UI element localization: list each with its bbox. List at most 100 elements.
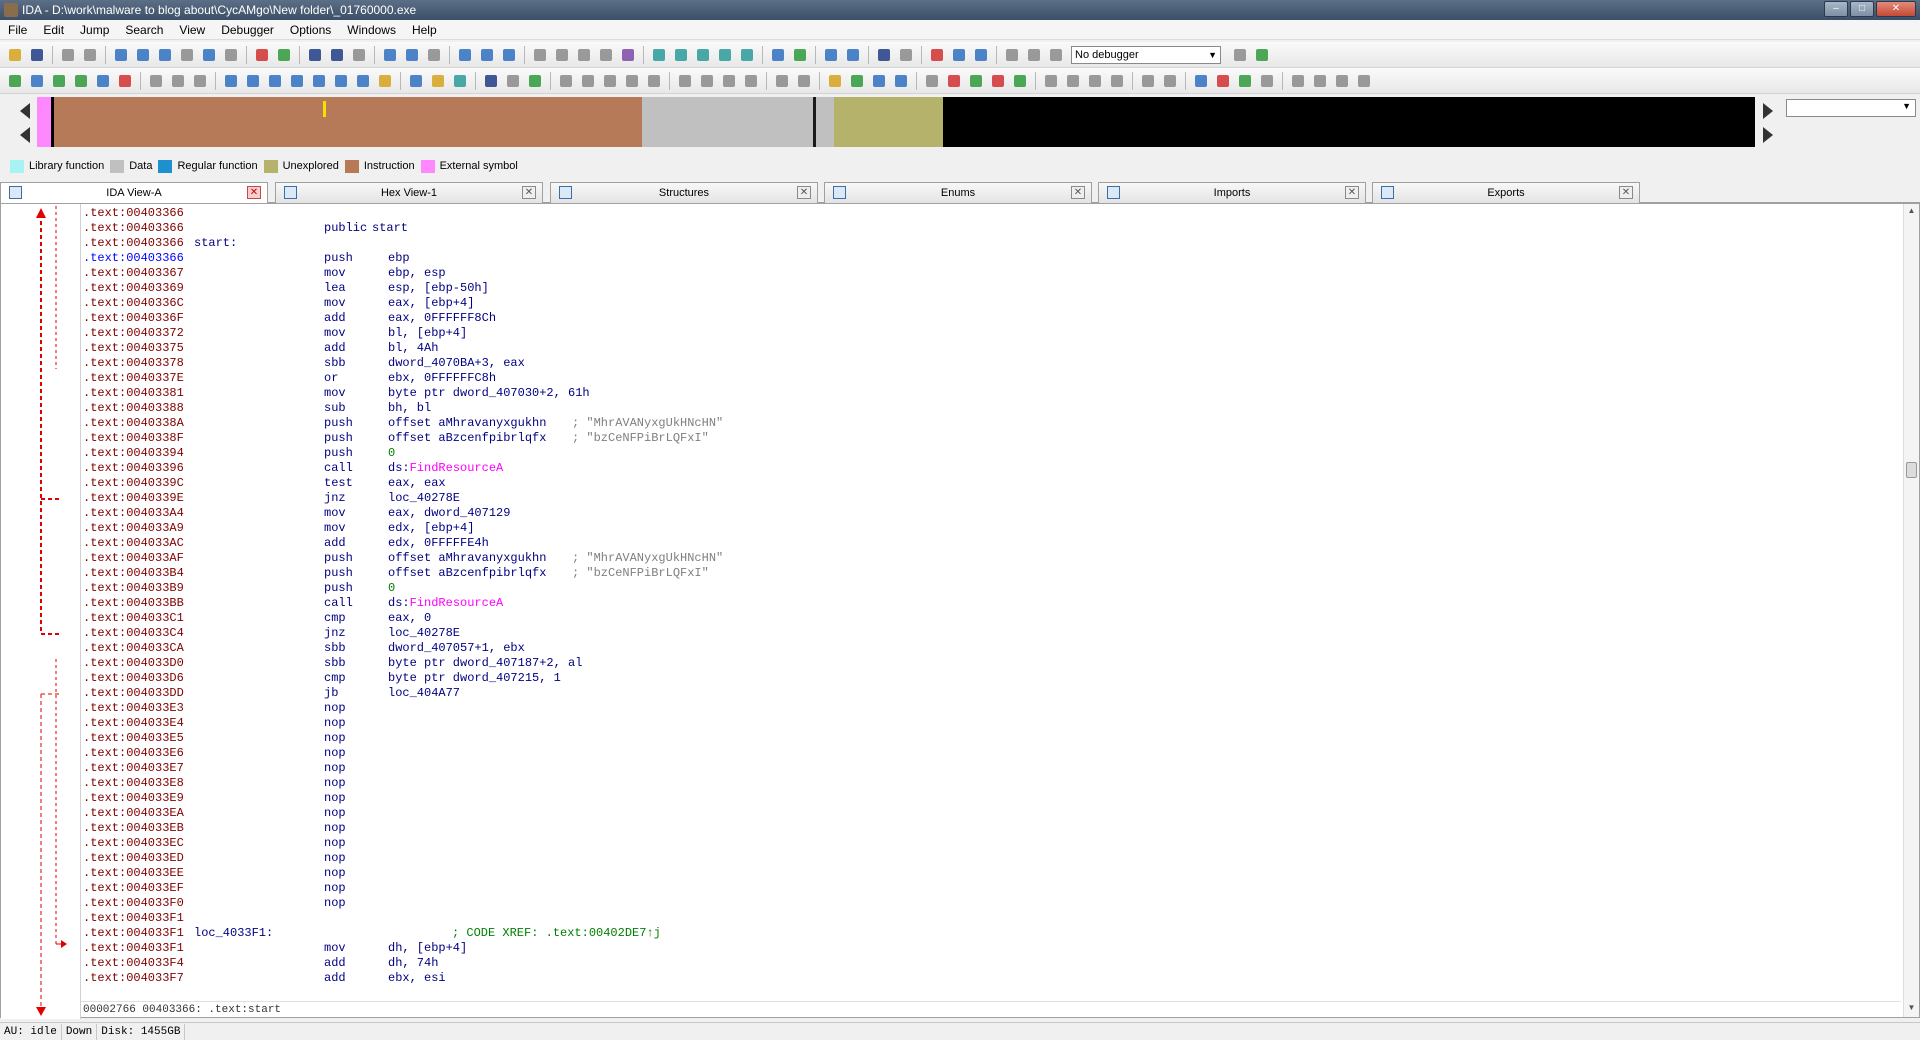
vertical-scrollbar[interactable]: ▲ ▼ (1903, 204, 1919, 1017)
line-operands[interactable]: 0 (388, 581, 395, 596)
exceptions-icon[interactable] (1214, 72, 1232, 90)
segments-icon[interactable] (381, 46, 399, 64)
menu-jump[interactable]: Jump (72, 20, 117, 40)
line-operands[interactable]: byte ptr dword_407030+2, 61h (388, 386, 590, 401)
window-icon[interactable] (694, 46, 712, 64)
jump-icon[interactable] (623, 72, 641, 90)
disasm-line[interactable]: .text:00403366 (83, 206, 1903, 221)
line-operands[interactable]: byte ptr dword_407187+2, al (388, 656, 582, 671)
line-operands[interactable]: 0 (388, 446, 395, 461)
nav-segment-select[interactable]: ▼ (1786, 99, 1916, 117)
tab-enums[interactable]: Enums ✕ (824, 182, 1092, 203)
scroll-down-icon[interactable]: ▼ (1906, 1003, 1917, 1015)
menu-file[interactable]: File (0, 20, 35, 40)
add-breakpoint-icon[interactable] (1236, 72, 1254, 90)
menu-options[interactable]: Options (282, 20, 339, 40)
play-icon[interactable] (1003, 46, 1021, 64)
disasm-line[interactable]: .text:004033EC nop (83, 836, 1903, 851)
line-operands[interactable]: dh, [ebp+4] (388, 941, 467, 956)
search-next-icon[interactable] (178, 46, 196, 64)
close-icon[interactable]: ✕ (797, 186, 811, 199)
disasm-line[interactable]: .text:004033C1 cmp eax, 0 (83, 611, 1903, 626)
save-icon[interactable] (28, 46, 46, 64)
disasm-line[interactable]: .text:00403369 lea esp, [ebp-50h] (83, 281, 1903, 296)
tab-structures[interactable]: Structures ✕ (550, 182, 818, 203)
window-icon[interactable] (672, 46, 690, 64)
disasm-line[interactable]: .text:004033DD jb loc_404A77 (83, 686, 1903, 701)
search-binary-icon[interactable] (134, 46, 152, 64)
sort-up-icon[interactable] (795, 72, 813, 90)
disasm-line[interactable]: .text:004033B9 push 0 (83, 581, 1903, 596)
function-icon[interactable] (482, 72, 500, 90)
trace-options-icon[interactable] (1333, 72, 1351, 90)
undefine-icon[interactable] (376, 72, 394, 90)
nav-left-icon[interactable] (20, 127, 30, 143)
line-operands[interactable]: start (372, 221, 408, 236)
disasm-line[interactable]: .text:004033E6 nop (83, 746, 1903, 761)
close-icon[interactable]: ✕ (1345, 186, 1359, 199)
close-icon[interactable]: ✕ (522, 186, 536, 199)
debugger-options-icon[interactable] (1231, 46, 1249, 64)
disasm-line[interactable]: .text:004033E5 nop (83, 731, 1903, 746)
debugger-select[interactable]: No debugger ▼ (1071, 45, 1221, 64)
disasm-line[interactable]: .text:004033EA nop (83, 806, 1903, 821)
disasm-line[interactable]: .text:004033AF push offset aMhravanyxgukhn… (83, 551, 1903, 566)
close-icon[interactable]: ✕ (1619, 186, 1633, 199)
disasm-line[interactable]: .text:004033E7 nop (83, 761, 1903, 776)
user-graph-icon[interactable] (1011, 72, 1029, 90)
tab-hex-view-1[interactable]: Hex View-1 ✕ (275, 182, 543, 203)
signatures-icon[interactable] (875, 46, 893, 64)
tab-ida-view-a[interactable]: IDA View-A ✕ (0, 182, 268, 204)
hide-icon[interactable] (892, 72, 910, 90)
string-define-icon[interactable] (310, 72, 328, 90)
disasm-line[interactable]: .text:0040339E jnz loc_40278E (83, 491, 1903, 506)
disasm-line[interactable]: .text:004033E8 nop (83, 776, 1903, 791)
line-operands[interactable]: loc_40278E (388, 491, 460, 506)
disasm-line[interactable]: .text:004033EB nop (83, 821, 1903, 836)
disasm-line[interactable]: .text:00403367 mov ebp, esp (83, 266, 1903, 281)
disasm-line[interactable]: .text:004033E9 nop (83, 791, 1903, 806)
settings-icon[interactable] (425, 46, 443, 64)
window-icon[interactable] (738, 46, 756, 64)
modules-icon[interactable] (1192, 72, 1210, 90)
code-icon[interactable] (266, 72, 284, 90)
line-operands[interactable]: bl, 4Ah (388, 341, 438, 356)
notes-icon[interactable] (429, 72, 447, 90)
edit-icon[interactable] (769, 46, 787, 64)
disasm-line[interactable]: .text:004033EF nop (83, 881, 1903, 896)
back-arrow-icon[interactable] (59, 46, 77, 64)
threads-icon[interactable] (972, 46, 990, 64)
line-operands[interactable]: offset aMhravanyxgukhn (388, 416, 572, 431)
menu-view[interactable]: View (171, 20, 213, 40)
disasm-line[interactable]: .text:004033B4 push offset aBzcenfpibrlqfx… (83, 566, 1903, 581)
add-struct-icon[interactable] (28, 72, 46, 90)
pause-icon[interactable] (1025, 46, 1043, 64)
function-end-icon[interactable] (526, 72, 544, 90)
strings-icon[interactable] (822, 46, 840, 64)
line-operands[interactable]: ds:FindResourceA (388, 461, 503, 476)
disasm-line[interactable]: .text:004033D6 cmp byte ptr dword_407215, … (83, 671, 1903, 686)
line-operands[interactable]: loc_404A77 (388, 686, 460, 701)
add-member-icon[interactable] (50, 72, 68, 90)
close-icon[interactable]: ✕ (1071, 186, 1085, 199)
flow-icon[interactable] (967, 72, 985, 90)
disasm-line[interactable]: .text:004033EE nop (83, 866, 1903, 881)
hex-icon[interactable] (531, 46, 549, 64)
disasm-line[interactable]: .text:00403396 call ds:FindResourceA (83, 461, 1903, 476)
trace-icon[interactable] (950, 46, 968, 64)
export-icon[interactable] (451, 72, 469, 90)
line-operands[interactable]: edx, 0FFFFFE4h (388, 536, 489, 551)
listing[interactable]: .text:00403366 .text:00403366 public start.… (83, 206, 1903, 996)
array-define-icon[interactable] (354, 72, 372, 90)
line-operands[interactable]: loc_40278E (388, 626, 460, 641)
disasm-line[interactable]: .text:004033F1 (83, 911, 1903, 926)
segment-icon[interactable] (222, 72, 240, 90)
mark-icon[interactable] (848, 72, 866, 90)
text-icon[interactable] (253, 46, 271, 64)
tree-icon[interactable] (923, 72, 941, 90)
menu-windows[interactable]: Windows (339, 20, 404, 40)
stack-icon[interactable] (1289, 72, 1307, 90)
array-icon[interactable] (147, 72, 165, 90)
line-label[interactable]: start: (194, 236, 324, 251)
disasm-line[interactable]: .text:00403375 add bl, 4Ah (83, 341, 1903, 356)
